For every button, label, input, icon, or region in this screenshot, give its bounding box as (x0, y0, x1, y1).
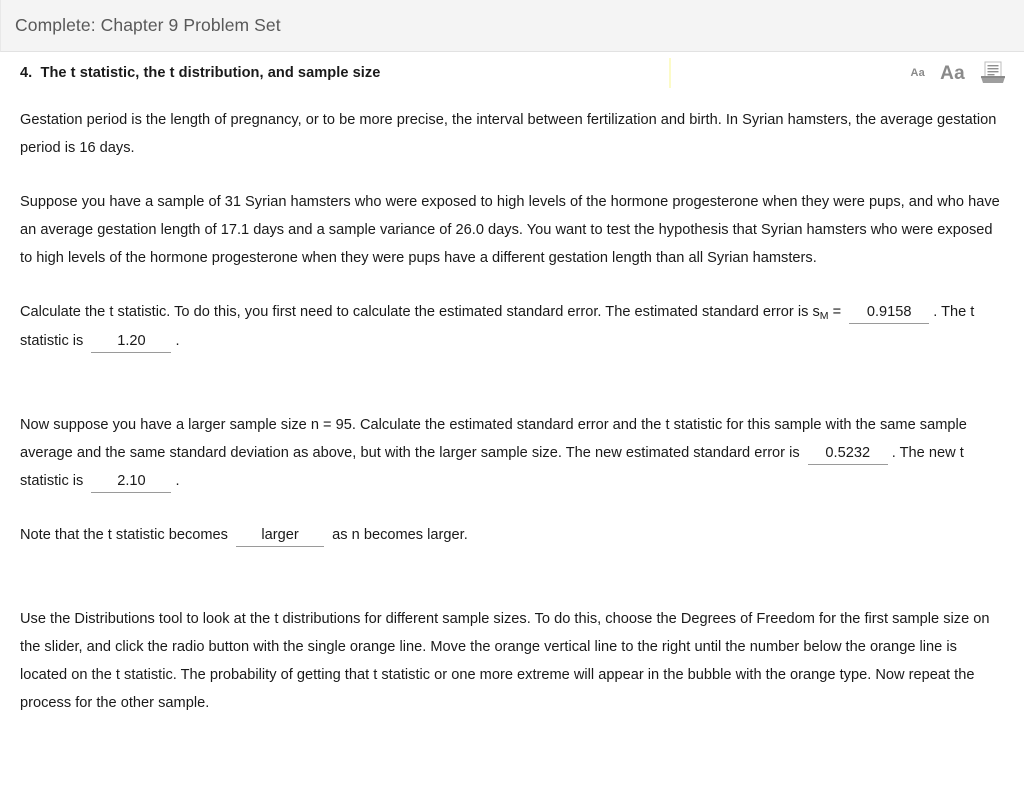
subscript-m: M (819, 310, 829, 322)
t-statistic-2-input[interactable]: 2.10 (91, 471, 172, 493)
window-title: Complete: Chapter 9 Problem Set (15, 15, 281, 35)
standard-error-2-input[interactable]: 0.5232 (807, 443, 888, 465)
t-statistic-1-input[interactable]: 1.20 (91, 331, 172, 353)
calculate-t-text-d: . (175, 333, 180, 349)
paragraph-larger-sample: Now suppose you have a larger sample siz… (20, 411, 1004, 495)
problem-content: Gestation period is the length of pregna… (0, 94, 1024, 717)
paragraph-gestation-intro: Gestation period is the length of pregna… (20, 112, 997, 156)
window-header: Complete: Chapter 9 Problem Set (0, 0, 1024, 52)
calculate-t-text-b: = (828, 304, 846, 320)
note-text-b: as n becomes larger. (328, 527, 468, 543)
paragraph-calculate-t: Calculate the t statistic. To do this, y… (20, 298, 1004, 355)
calculate-t-text-a: Calculate the t statistic. To do this, y… (20, 304, 820, 320)
note-text-a: Note that the t statistic becomes (20, 527, 233, 543)
decrease-font-size-button[interactable]: Aa (910, 67, 925, 79)
comparison-dropdown[interactable]: larger (236, 525, 325, 547)
paragraph-sample-description: Suppose you have a sample of 31 Syrian h… (20, 194, 1000, 266)
printer-icon[interactable] (980, 61, 1006, 85)
page-title: 4. The t statistic, the t distribution, … (20, 65, 381, 81)
larger-sample-text-c: . (175, 473, 180, 489)
problem-heading-row: 4. The t statistic, the t distribution, … (0, 52, 1024, 94)
paragraph-note-comparison: Note that the t statistic becomes larger… (20, 521, 1004, 549)
increase-font-size-button[interactable]: Aa (940, 64, 965, 83)
heading-toolbar: Aa Aa (910, 52, 1006, 94)
heading-divider (669, 58, 671, 88)
standard-error-1-input[interactable]: 0.9158 (849, 302, 930, 324)
paragraph-distributions-tool: Use the Distributions tool to look at th… (20, 611, 990, 711)
